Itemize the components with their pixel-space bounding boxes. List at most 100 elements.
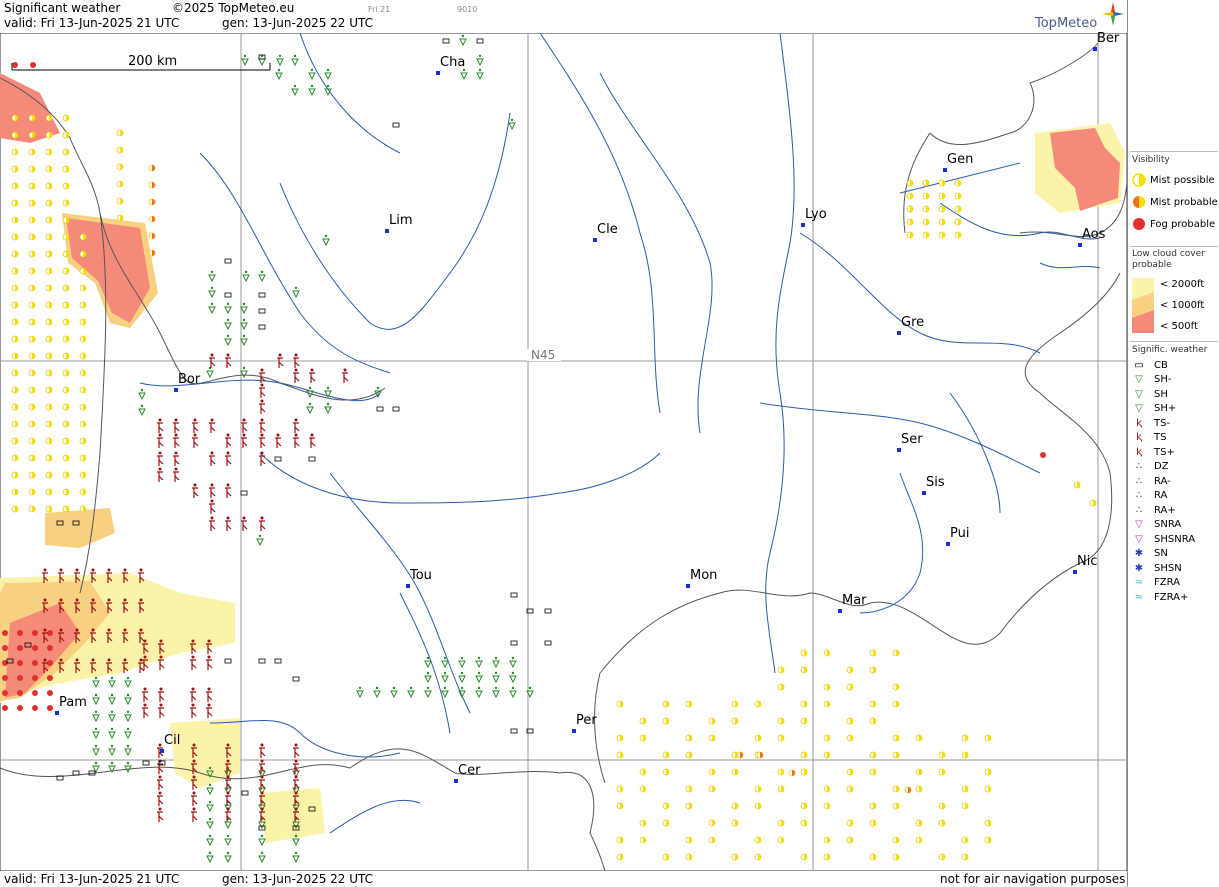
possible-marker [846,768,854,776]
possible-marker [116,163,124,171]
fog-marker [32,645,38,651]
possible-marker [45,352,53,360]
possible-marker [45,114,53,122]
possible-marker [800,751,808,759]
possible-marker [685,734,693,742]
possible-marker [823,802,831,810]
fog-marker [32,675,38,681]
possible-marker [45,420,53,428]
probable-marker [756,751,764,759]
possible-marker [777,785,785,793]
possible-marker [11,386,19,394]
possible-marker [922,218,930,226]
possible-marker [731,717,739,725]
city-marker [1078,243,1082,247]
possible-marker [800,700,808,708]
legend-symbol-icon: ∴ [1135,461,1143,472]
possible-marker [28,318,36,326]
possible-marker [922,231,930,239]
possible-marker [62,471,70,479]
possible-marker [79,488,87,496]
possible-marker [79,454,87,462]
possible-marker [662,768,670,776]
city-label-cil: Cil [164,733,181,748]
possible-marker [45,505,53,513]
possible-marker [708,785,716,793]
possible-marker [800,649,808,657]
possible-marker [79,471,87,479]
city-marker [436,71,440,75]
city-marker [946,542,950,546]
probable-marker [736,751,744,759]
fog-marker [17,705,23,711]
gen-time: gen: 13-Jun-2025 22 UTC [222,16,374,30]
fog-marker [47,690,53,696]
possible-marker [984,836,992,844]
possible-marker [28,199,36,207]
possible-marker [922,205,930,213]
possible-marker [28,267,36,275]
possible-marker [754,785,762,793]
possible-marker [1073,481,1081,489]
possible-marker [62,318,70,326]
possible-marker [938,751,946,759]
possible-marker [777,734,785,742]
possible-marker [662,802,670,810]
possible-marker [846,734,854,742]
possible-marker [45,318,53,326]
fog-marker [17,690,23,696]
fog-marker [32,690,38,696]
legend-item-snra: ▽ SNRA [1132,518,1181,532]
possible-marker [639,785,647,793]
disclaimer: not for air navigation purposes [940,872,1126,886]
mist-possible-icon [1132,173,1146,187]
possible-marker [823,785,831,793]
header: Significant weather ©2025 TopMeteo.eu Fr… [0,0,1127,33]
possible-marker [906,218,914,226]
possible-marker [846,836,854,844]
possible-marker [79,335,87,343]
possible-marker [731,819,739,827]
city-marker [897,331,901,335]
possible-marker [62,403,70,411]
possible-marker [28,352,36,360]
possible-marker [938,192,946,200]
possible-marker [616,785,624,793]
possible-marker [62,386,70,394]
legend-item-fzra: ≈ FZRA [1132,576,1180,590]
possible-marker [28,148,36,156]
possible-marker [116,129,124,137]
possible-marker [708,836,716,844]
possible-marker [777,717,785,725]
possible-marker [11,301,19,309]
possible-marker [11,369,19,377]
footer-gen: gen: 13-Jun-2025 22 UTC [222,872,374,886]
possible-marker [922,179,930,187]
possible-marker [823,683,831,691]
possible-marker [28,216,36,224]
fog-marker [47,645,53,651]
possible-marker [892,700,900,708]
possible-marker [28,335,36,343]
legend-item-ra-minusplus: ∴ RA+ [1132,503,1176,517]
sigwx-title: Signific. weather [1132,345,1208,355]
possible-marker [662,700,670,708]
possible-marker [11,420,19,428]
possible-marker [11,284,19,292]
possible-marker [62,182,70,190]
possible-marker [62,165,70,173]
possible-marker [45,267,53,275]
possible-marker [869,853,877,861]
legend-symbol-icon: ⱪ [1136,446,1142,458]
possible-marker [869,649,877,657]
possible-marker [915,734,923,742]
possible-marker [754,734,762,742]
possible-marker [28,369,36,377]
legend-item-ts: ⱪ TS [1132,431,1166,445]
probable-marker [148,198,156,206]
fog-marker [30,62,36,68]
possible-marker [869,717,877,725]
legend-symbol-icon: ✱ [1134,562,1144,574]
possible-marker [954,179,962,187]
possible-marker [28,131,36,139]
